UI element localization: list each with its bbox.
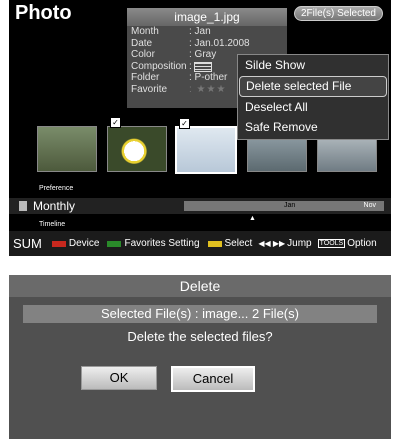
cancel-button[interactable]: Cancel <box>171 366 255 392</box>
dialog-title: Delete <box>9 275 391 297</box>
dialog-question: Delete the selected files? <box>127 329 273 344</box>
thumbnail-snow-selected[interactable]: ✓ <box>175 118 237 174</box>
thumbnail-flower[interactable]: ✓ <box>107 117 167 172</box>
menu-item-slide-show[interactable]: Silde Show <box>239 56 387 75</box>
yellow-key-icon <box>207 240 222 247</box>
menu-item-delete-selected[interactable]: Delete selected File <box>239 76 387 97</box>
tools-key-icon: TOOLS <box>317 239 346 248</box>
menu-item-deselect-all[interactable]: Deselect All <box>239 98 387 117</box>
footer-bar: SUM Device Favorites Setting Select ◀◀ ▶… <box>9 231 391 256</box>
timeline-marker-icon: ▲ <box>249 215 256 222</box>
calendar-icon <box>19 201 27 211</box>
view-mode-label[interactable]: Monthly <box>33 199 75 213</box>
info-row-date: Date: Jan.01.2008 <box>131 37 250 49</box>
timeline-label: Timeline <box>39 221 66 228</box>
composition-grid-icon <box>193 61 212 72</box>
timeline-start-label: Jan <box>284 202 296 209</box>
thumbnail-sheep[interactable] <box>37 126 97 172</box>
sum-logo: SUM <box>13 236 42 251</box>
tools-popup-menu: Silde Show Delete selected File Deselect… <box>237 54 389 140</box>
footer-device[interactable]: Device <box>50 238 99 249</box>
photo-browser-panel: Photo 2File(s) Selected image_1.jpg Mont… <box>9 0 391 256</box>
footer-select[interactable]: Select <box>206 238 252 249</box>
checkbox-icon: ✓ <box>110 117 121 128</box>
footer-favorites[interactable]: Favorites Setting <box>105 238 200 249</box>
file-info-filename: image_1.jpg <box>127 8 287 26</box>
favorite-stars: : ★★★ <box>189 83 227 95</box>
info-row-month: Month: Jan <box>131 26 211 37</box>
footer-option[interactable]: TOOLS Option <box>317 238 377 249</box>
footer-jump[interactable]: ◀◀ ▶▶ Jump <box>258 238 311 249</box>
green-key-icon <box>107 240 122 247</box>
timeline-row: Monthly Jan Nov <box>9 198 391 214</box>
page-title: Photo <box>15 2 72 24</box>
preference-label: Preference <box>39 185 74 192</box>
ok-button[interactable]: OK <box>81 366 157 390</box>
menu-item-safe-remove[interactable]: Safe Remove <box>239 118 387 137</box>
red-key-icon <box>51 240 66 247</box>
dialog-selected-files: Selected File(s) : image... 2 File(s) <box>23 305 377 323</box>
selection-count-badge: 2File(s) Selected <box>293 6 383 21</box>
timeline-bar[interactable]: Jan Nov <box>184 201 384 211</box>
checkbox-icon: ✓ <box>179 118 190 129</box>
jump-arrows-icon: ◀◀ ▶▶ <box>258 239 286 248</box>
timeline-end-label: Nov <box>363 202 376 209</box>
delete-dialog: Delete Selected File(s) : image... 2 Fil… <box>9 275 391 439</box>
